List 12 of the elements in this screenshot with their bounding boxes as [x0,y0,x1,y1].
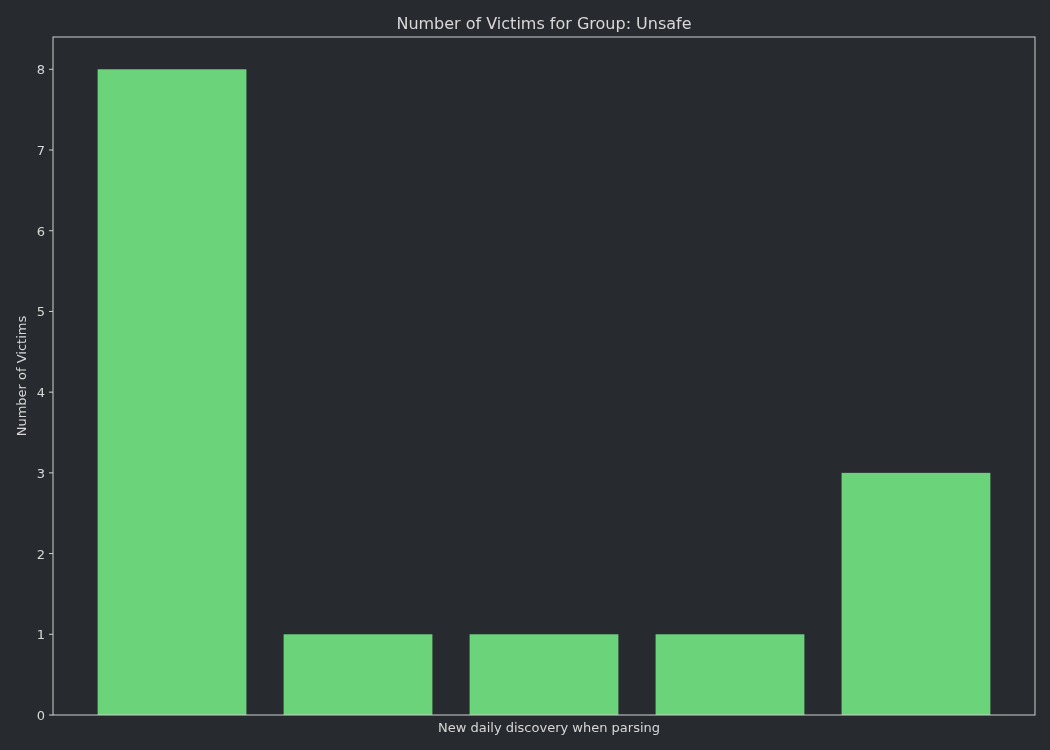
tick-label: 2 [36,546,45,562]
tick-label: 8 [36,62,45,78]
axis-label: New daily discovery when parsing [438,720,660,735]
tick-label: 3 [36,465,45,481]
tick-label: 4 [36,385,45,401]
tick-label: 1 [36,627,45,643]
tick-label: 6 [36,223,45,239]
tick-label: 7 [36,143,45,158]
tick-label: 0 [36,708,45,723]
tick-label: 5 [36,304,45,320]
chart-title: Number of Victims for Group: Unsafe [396,14,692,33]
axis-label: Number of Victims [14,315,29,437]
